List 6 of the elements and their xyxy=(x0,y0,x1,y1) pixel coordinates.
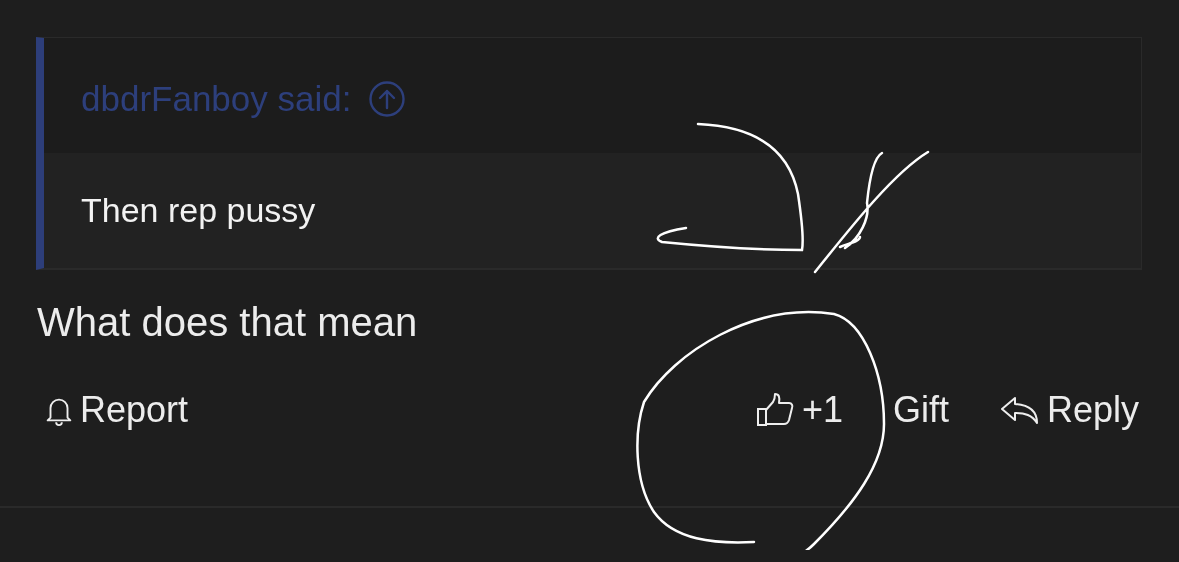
quote-text: Then rep pussy xyxy=(81,191,316,230)
report-button[interactable]: Report xyxy=(44,389,189,431)
post-text: What does that mean xyxy=(37,300,418,345)
gift-button[interactable]: Gift xyxy=(892,389,949,431)
like-button[interactable]: +1 xyxy=(755,389,843,431)
reply-button[interactable]: Reply xyxy=(998,389,1139,431)
